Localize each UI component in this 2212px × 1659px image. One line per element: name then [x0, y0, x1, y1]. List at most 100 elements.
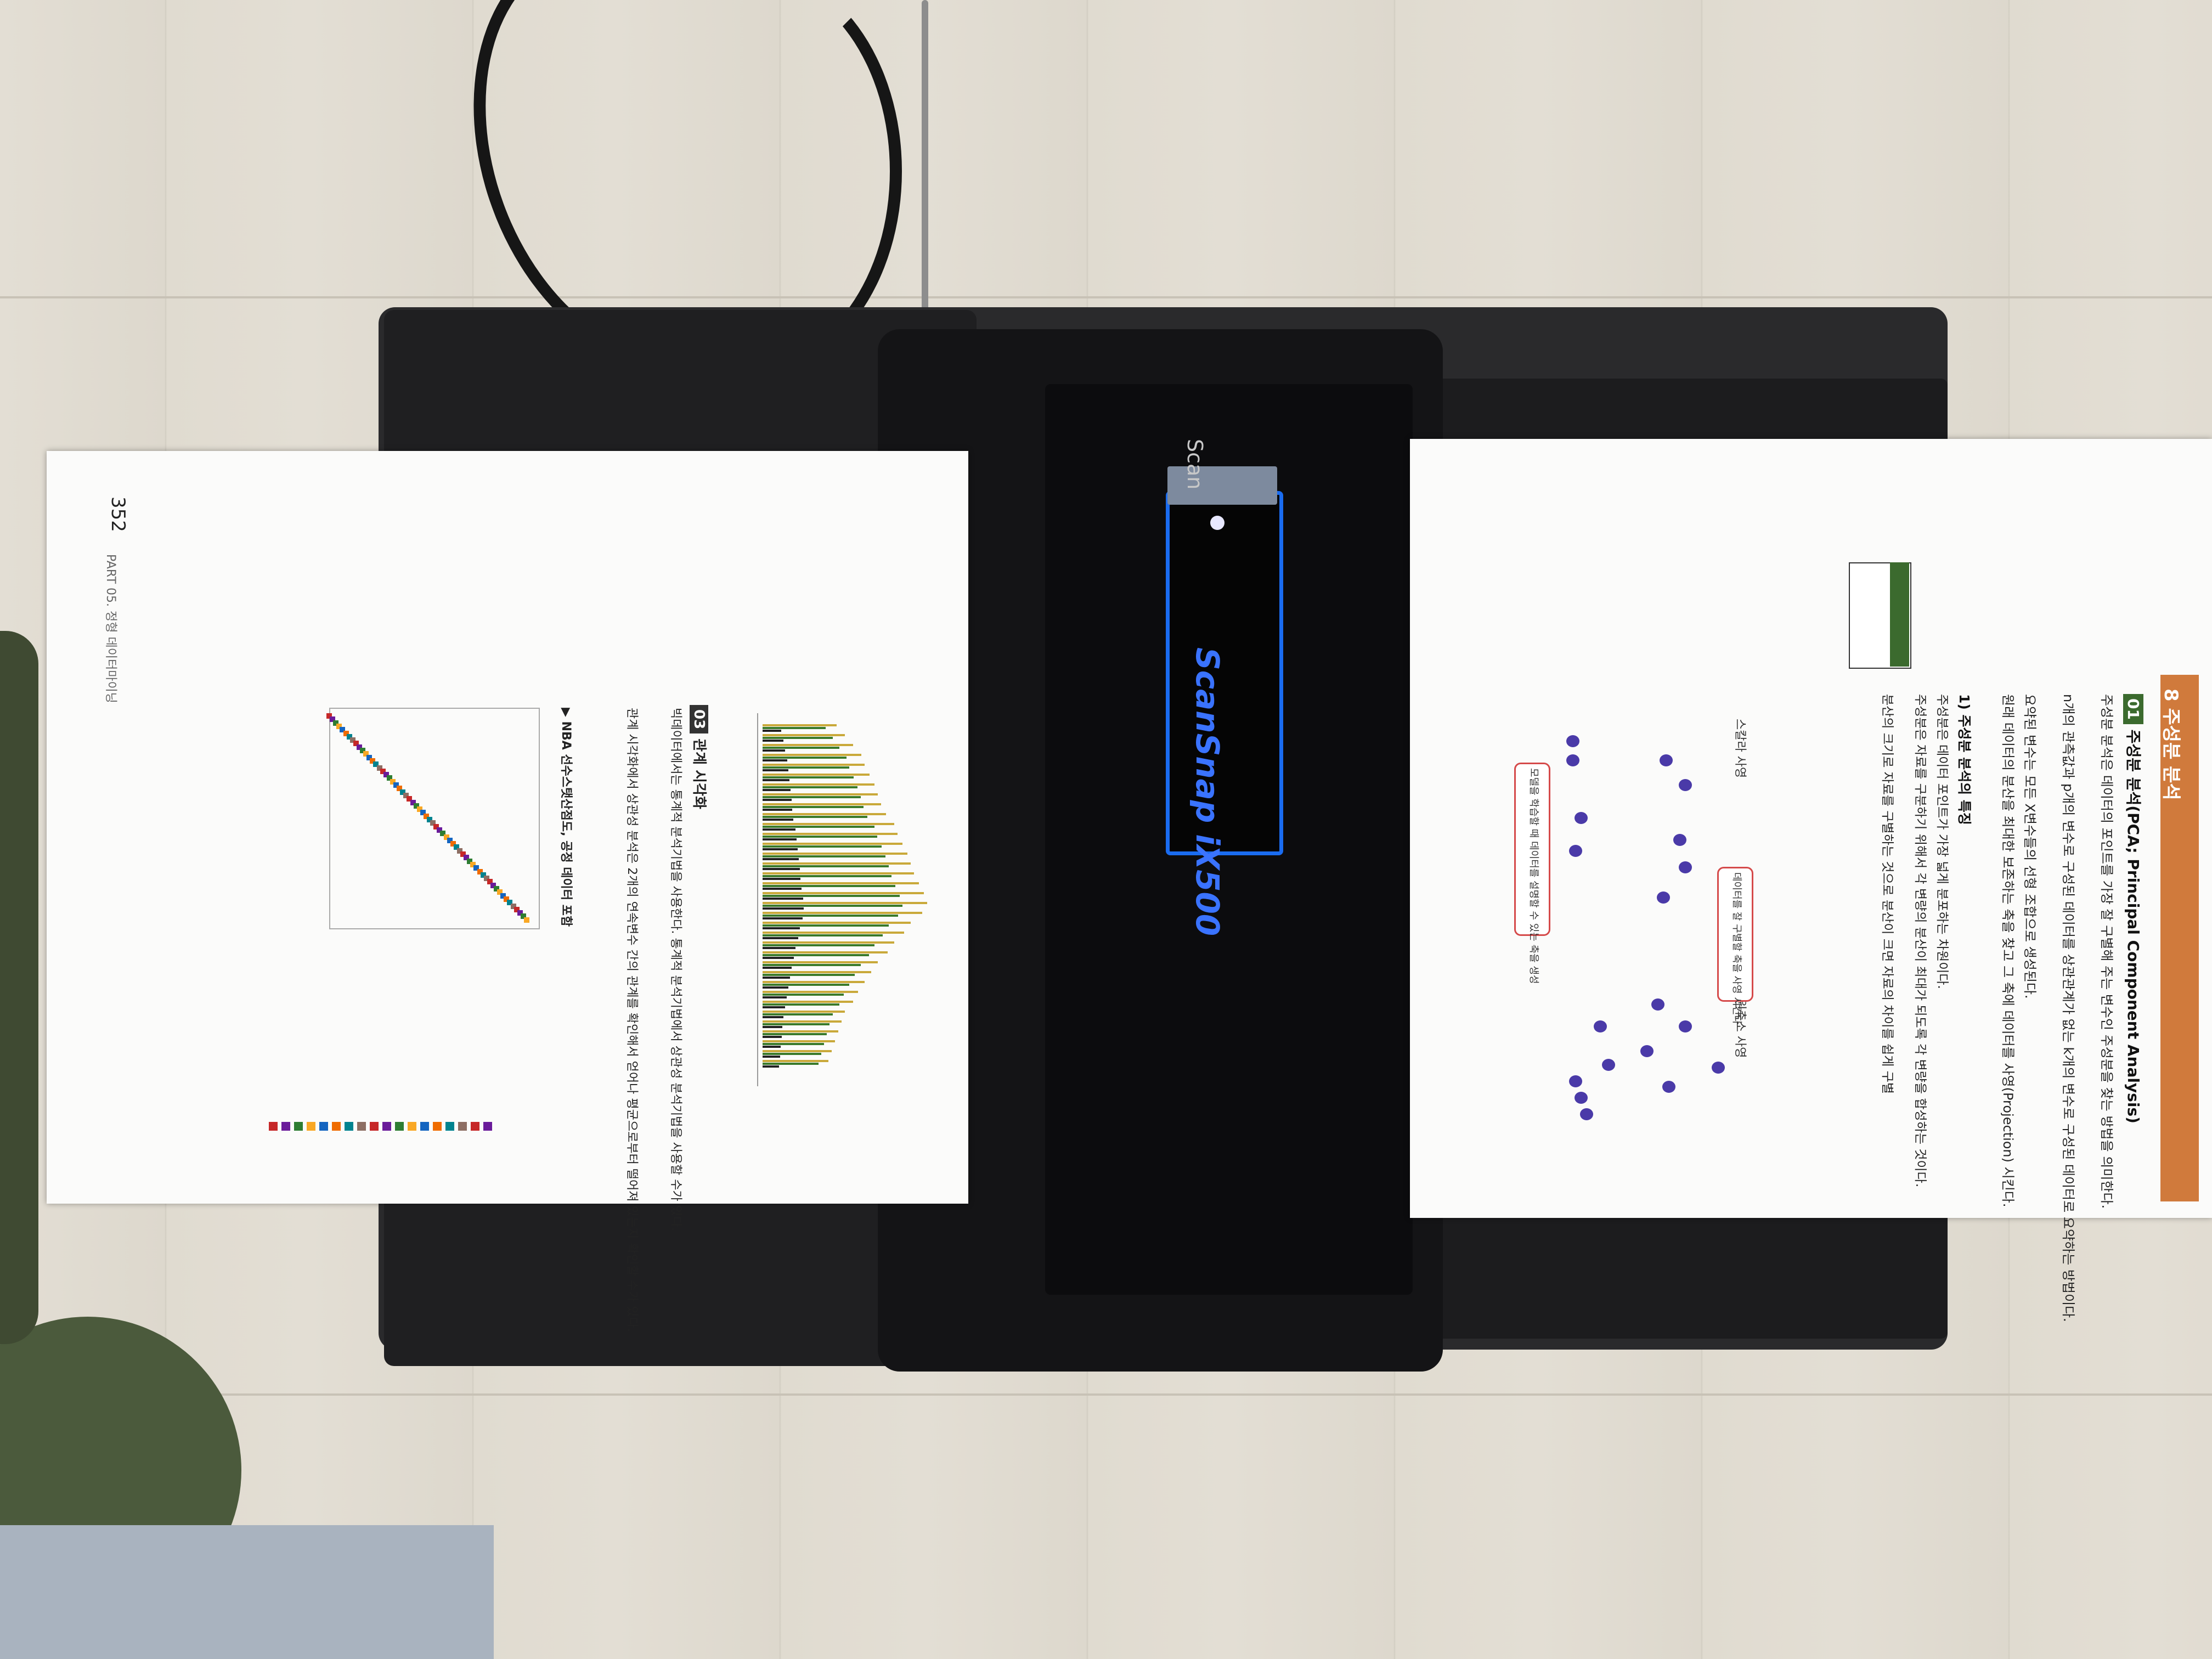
- scan-button-label: Scan: [1183, 439, 1207, 490]
- chart-bar: [763, 836, 878, 838]
- page-number: 352: [107, 496, 129, 532]
- chart-bar: [763, 868, 800, 870]
- pca-point: [1566, 735, 1579, 747]
- chart-bar: [763, 779, 789, 781]
- grey-cable: [922, 0, 928, 329]
- chart-bar: [763, 819, 794, 821]
- chart-bar: [763, 934, 883, 936]
- section-number: 03: [690, 705, 708, 734]
- chart-bar: [763, 766, 850, 769]
- floor-seam: [0, 1393, 2212, 1396]
- section-heading: 03 관계 시각화: [690, 705, 710, 809]
- chart-bar: [763, 924, 889, 927]
- chart-bar: [763, 1065, 779, 1068]
- chart-bar: [763, 793, 878, 795]
- figure-caption: ▶ NBA 선수스탯산점도, 공정 데이터 포함: [559, 708, 573, 927]
- chart-bar: [763, 803, 881, 805]
- pca-point: [1673, 834, 1686, 846]
- chart-bar: [763, 878, 800, 880]
- chart-bar: [763, 937, 798, 939]
- chart-bar: [763, 944, 874, 946]
- note-box-header: [1890, 562, 1909, 667]
- chart-bar: [763, 757, 847, 759]
- chart-bar: [763, 740, 783, 742]
- chart-bar: [763, 1016, 783, 1018]
- chart-bar: [763, 915, 899, 917]
- legend-swatch: [445, 1122, 454, 1131]
- wifi-indicator-icon: [1210, 516, 1224, 530]
- chart-bar: [763, 1043, 825, 1045]
- chart-bar: [763, 816, 868, 818]
- pca-point: [1569, 845, 1582, 857]
- chart-bar: [763, 783, 874, 786]
- chart-bar: [763, 865, 889, 867]
- sub-heading: 1) 주성분 분석의 특징: [1956, 694, 1972, 825]
- chart-bar: [763, 1023, 830, 1025]
- bullet-text: 원래 데이터의 분산을 최대한 보존하는 축을 찾고 그 축에 데이터를 사영(…: [2000, 694, 2016, 1207]
- pca-point: [1580, 1108, 1593, 1120]
- chart-bar: [763, 1011, 845, 1013]
- camouflage-fabric: [0, 631, 38, 1344]
- chart-bar: [763, 996, 787, 998]
- legend-swatch: [433, 1122, 442, 1131]
- section-number: 01: [2123, 694, 2143, 724]
- diagram-label-scalar: 스칼라 사영: [1733, 719, 1747, 778]
- legend-swatch: [307, 1122, 315, 1131]
- bullet-text: 주성분은 데이터 포인트가 가장 넓게 분포하는 차원이다.: [1935, 694, 1949, 989]
- pca-point: [1679, 1020, 1692, 1032]
- chart-bar: [763, 888, 802, 890]
- chart-bar: [763, 727, 826, 729]
- bullet-text: 빅데이터에서는 통계적 분석기법을 사용한다. 통계적 분석기법에서 상관성 분…: [669, 708, 682, 1232]
- chart-bar: [763, 747, 840, 749]
- chart-bar: [763, 951, 888, 953]
- legend-swatch: [357, 1122, 366, 1131]
- pca-point: [1640, 1045, 1654, 1057]
- chart-bar: [763, 917, 803, 919]
- chart-bar: [763, 1006, 786, 1008]
- chart-bar: [763, 774, 870, 776]
- page-footer: PART 05. 정형 데이터마이닝: [104, 554, 117, 703]
- pca-point: [1679, 861, 1692, 873]
- chart-bar: [763, 833, 898, 835]
- chart-bar: [763, 862, 911, 865]
- chart-bar: [763, 954, 869, 956]
- legend-swatch: [471, 1122, 479, 1131]
- chart-bar: [763, 1026, 782, 1028]
- chart-bar: [763, 838, 797, 840]
- chart-bar: [763, 789, 791, 791]
- scatter-point: [523, 917, 529, 923]
- bullet-text: 요약된 변수는 모든 X변수들의 선형 조합으로 생성된다.: [2022, 694, 2038, 999]
- chart-bar: [763, 1033, 827, 1035]
- chart-bar: [763, 971, 871, 973]
- chart-bar: [763, 1003, 840, 1006]
- pca-point: [1602, 1059, 1615, 1071]
- chart-bar: [763, 1001, 853, 1003]
- chart-bar: [763, 855, 886, 857]
- pca-point: [1575, 812, 1588, 824]
- callout-text: 모델을 학습할 때 데이터를 설명할 수 있는 축을 생성: [1528, 768, 1539, 984]
- chart-bar: [763, 809, 792, 811]
- section-title: 관계 시각화: [691, 738, 707, 809]
- floor-seam: [0, 296, 2212, 298]
- chart-bar: [763, 941, 894, 944]
- chart-bar: [763, 754, 861, 756]
- pca-point: [1594, 1020, 1607, 1032]
- chart-bar: [763, 730, 781, 732]
- chart-bar: [763, 882, 919, 884]
- legend-swatch: [345, 1122, 353, 1131]
- chart-bar: [763, 858, 799, 860]
- chart-bar: [763, 776, 854, 778]
- legend-swatch: [420, 1122, 429, 1131]
- chart-bar: [763, 1056, 780, 1058]
- chart-bar: [763, 734, 845, 736]
- legend-swatch: [319, 1122, 328, 1131]
- chart-bar: [763, 828, 795, 831]
- chart-bar: [763, 927, 800, 929]
- chart-bar: [763, 1040, 835, 1042]
- chart-bar: [763, 986, 788, 989]
- chart-bar: [763, 737, 833, 739]
- chart-bar: [763, 875, 891, 877]
- chart-bar: [763, 957, 794, 959]
- pca-point: [1657, 891, 1670, 904]
- section-heading: 01 주성분 분석(PCA; Principal Component Analy…: [2123, 694, 2145, 1124]
